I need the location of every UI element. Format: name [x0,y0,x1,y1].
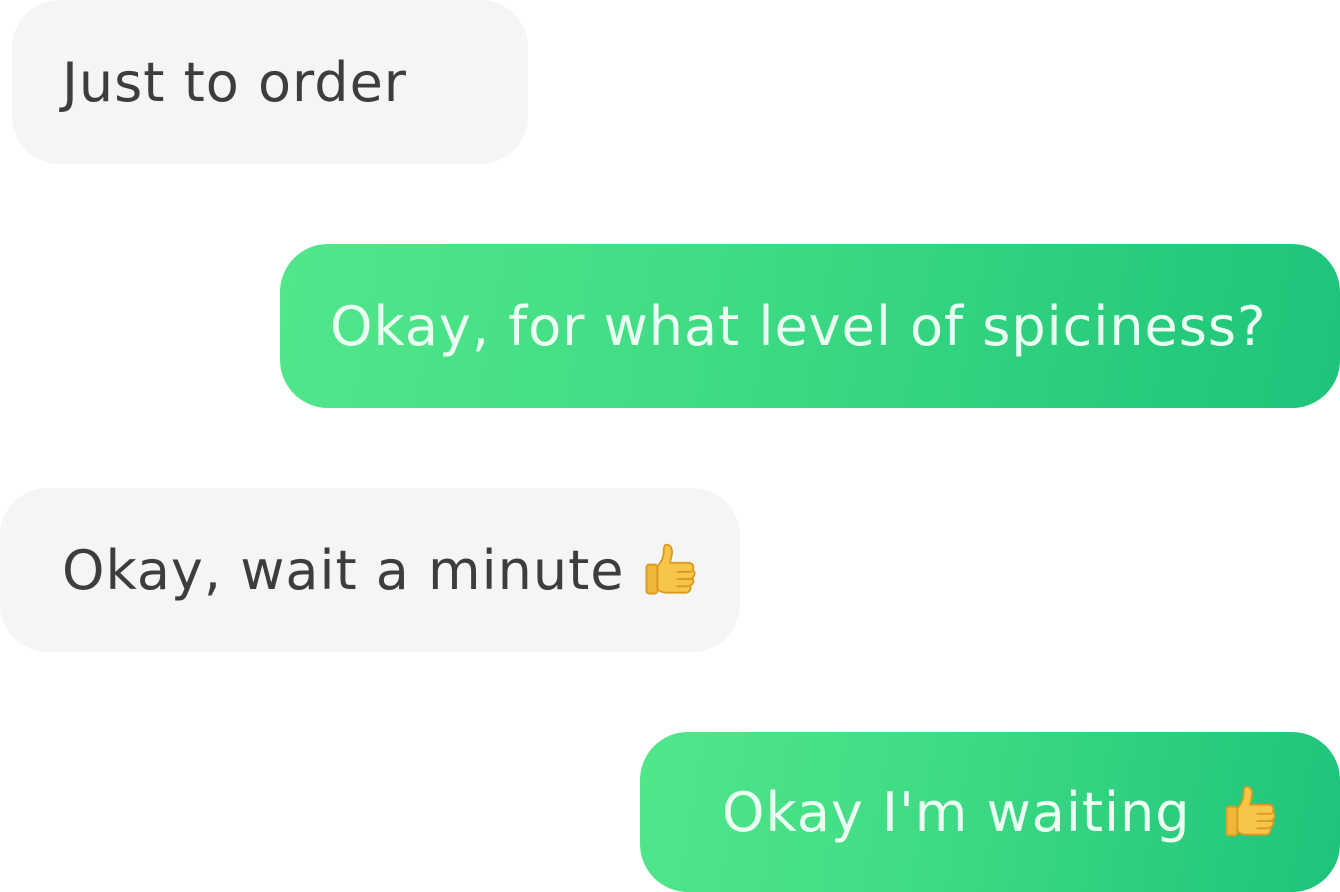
message-text: Okay, for what level of spiciness? [330,294,1267,358]
thumbs-up-icon [645,543,696,595]
message-text: Just to order [62,50,407,114]
message-bubble-incoming: Okay, wait a minute [0,488,740,652]
message-bubble-incoming: Just to order [12,0,528,164]
thumbs-up-icon [1225,785,1276,837]
message-bubble-outgoing: Okay, for what level of spiciness? [280,244,1340,408]
message-text: Okay I'm waiting [722,780,1191,844]
message-bubble-outgoing: Okay I'm waiting [640,732,1340,892]
message-text: Okay, wait a minute [62,538,625,602]
